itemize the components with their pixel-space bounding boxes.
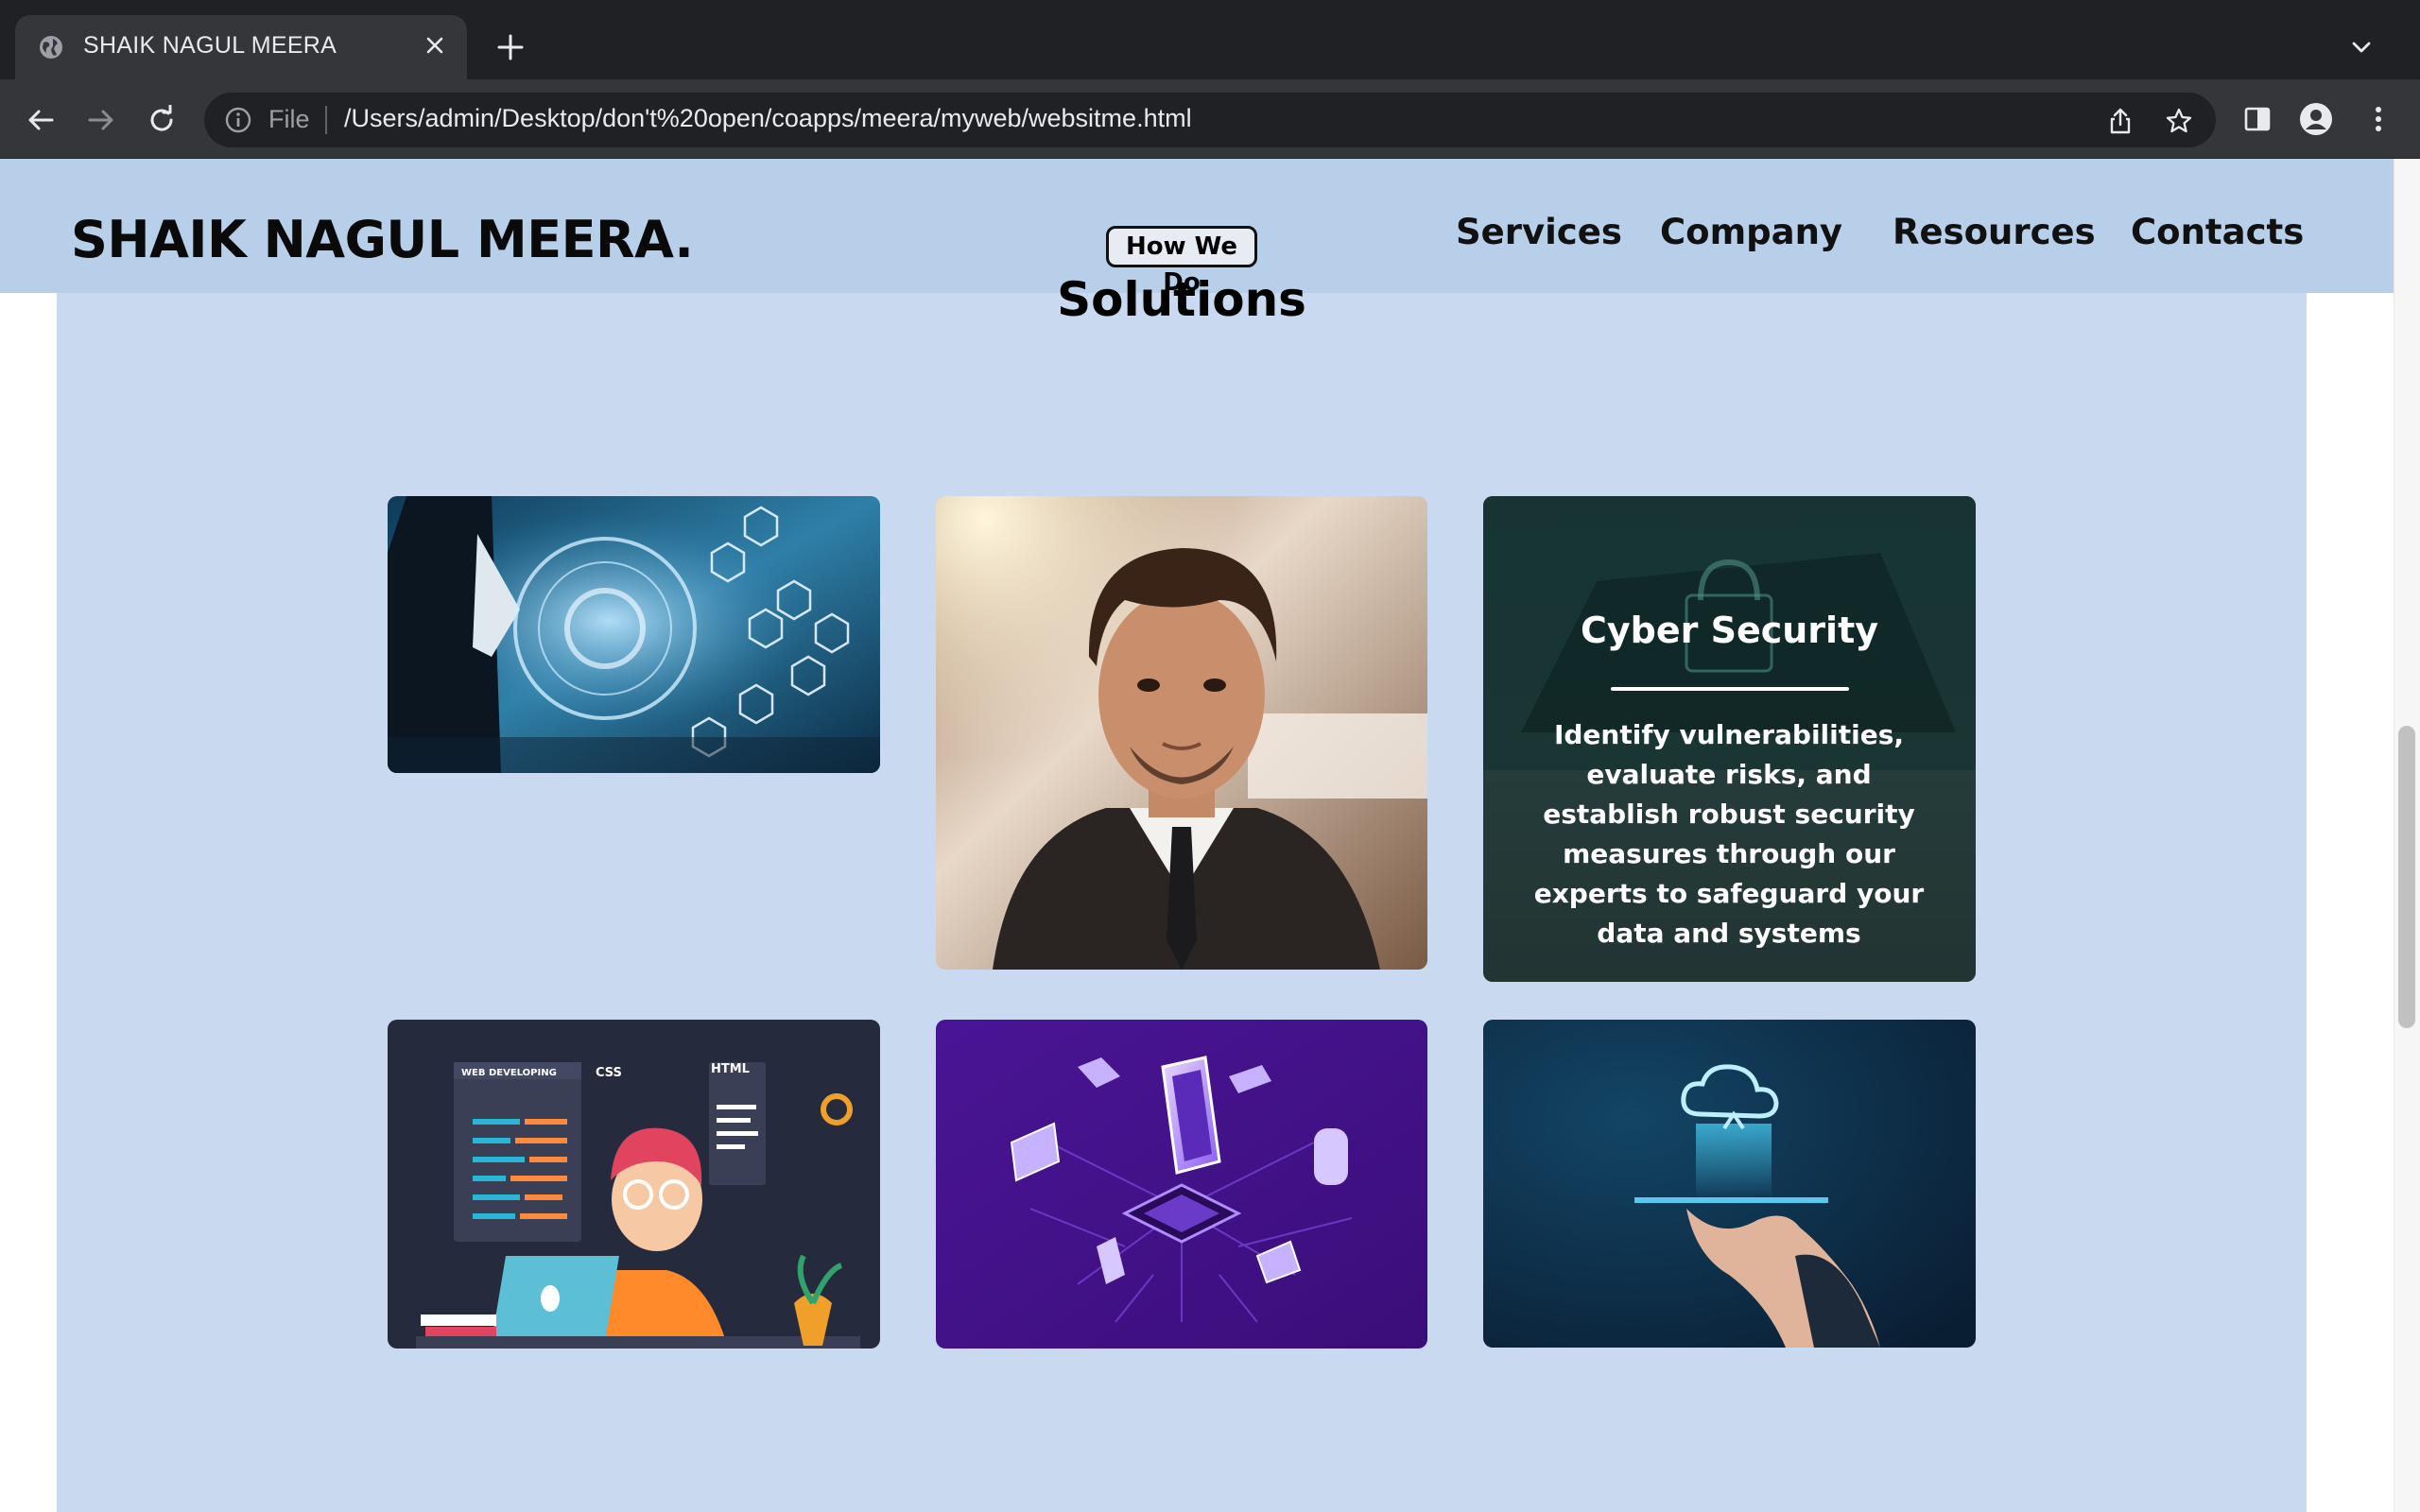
card-cyber-security[interactable]: Cyber Security Identify vulnerabilities,… <box>1483 496 1976 982</box>
browser-tab[interactable]: SHAIK NAGUL MEERA <box>15 15 467 79</box>
card-iot[interactable] <box>936 1020 1427 1349</box>
label-css: CSS <box>596 1066 622 1080</box>
forward-arrow-icon[interactable] <box>79 98 123 142</box>
page-margin <box>2307 159 2394 1512</box>
globe-icon <box>40 36 62 59</box>
bookmark-star-icon[interactable] <box>2163 105 2195 137</box>
kebab-menu-icon[interactable] <box>2360 100 2397 138</box>
section-title: Solutions <box>1057 272 1306 327</box>
card-description: Identify vulnerabilities, evaluate risks… <box>1533 719 1925 949</box>
address-scheme-label: File <box>268 105 310 133</box>
address-separator <box>325 106 327 134</box>
section-badge: How We Do <box>1106 226 1257 297</box>
card-web-developing[interactable]: WEB DEVELOPING CSS HTML <box>388 1020 880 1349</box>
profile-avatar-icon[interactable] <box>2297 100 2335 138</box>
reload-icon[interactable] <box>140 98 183 142</box>
label-html: HTML <box>711 1062 750 1076</box>
card-title: Cyber Security <box>1580 610 1879 651</box>
share-icon[interactable] <box>2104 105 2136 137</box>
card-digital-business[interactable] <box>388 496 880 773</box>
info-icon[interactable] <box>223 105 253 135</box>
card-portrait[interactable] <box>936 496 1427 970</box>
label-web-developing: WEB DEVELOPING <box>461 1068 557 1078</box>
scrollbar-thumb[interactable] <box>2398 726 2415 1028</box>
iot-isometric-image <box>936 1020 1427 1349</box>
nav-link-contacts[interactable]: Contacts <box>2131 212 2304 252</box>
nav-link-resources[interactable]: Resources <box>1893 212 2096 252</box>
back-arrow-icon[interactable] <box>19 98 62 142</box>
browser-tab-strip: SHAIK NAGUL MEERA <box>0 0 2420 79</box>
close-icon[interactable] <box>418 28 452 62</box>
businessman-digital-image <box>388 496 880 773</box>
site-logo[interactable]: SHAIK NAGUL MEERA. <box>71 210 694 269</box>
nav-link-company[interactable]: Company <box>1660 212 1842 252</box>
address-bar[interactable]: File /Users/admin/Desktop/don't%20open/c… <box>204 93 2216 147</box>
nav-link-services[interactable]: Services <box>1456 212 1622 252</box>
title-underline <box>1611 687 1849 691</box>
address-url[interactable]: /Users/admin/Desktop/don't%20open/coapps… <box>344 104 1192 133</box>
browser-toolbar: File /Users/admin/Desktop/don't%20open/c… <box>0 79 2420 159</box>
cloud-hand-image <box>1483 1020 1976 1348</box>
new-tab-plus-icon[interactable] <box>492 28 529 66</box>
tab-title: SHAIK NAGUL MEERA <box>83 32 337 59</box>
side-panel-icon[interactable] <box>2238 100 2276 138</box>
portrait-image <box>936 496 1427 970</box>
card-cloud[interactable] <box>1483 1020 1976 1348</box>
web-developer-illustration: WEB DEVELOPING CSS HTML <box>388 1020 880 1349</box>
chevron-down-icon[interactable] <box>2342 28 2380 66</box>
